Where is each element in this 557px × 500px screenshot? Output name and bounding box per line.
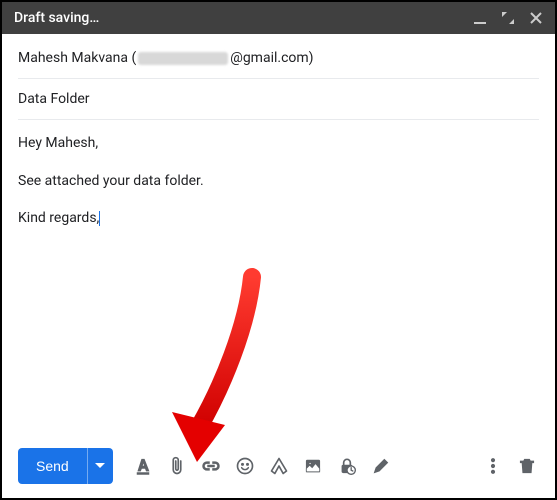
- confidential-mode-icon[interactable]: [331, 450, 363, 482]
- text-cursor: [99, 211, 100, 226]
- subject-field[interactable]: Data Folder: [18, 79, 539, 120]
- body-line: Kind regards,: [18, 209, 539, 229]
- toolbar-right: [477, 450, 543, 482]
- minimize-icon[interactable]: [473, 11, 487, 25]
- insert-photo-icon[interactable]: [297, 450, 329, 482]
- recipient-name: Mahesh Makvana: [18, 50, 128, 66]
- insert-drive-icon[interactable]: [263, 450, 295, 482]
- attach-file-icon[interactable]: [161, 450, 193, 482]
- body-line: See attached your data folder.: [18, 172, 539, 192]
- message-body[interactable]: Hey Mahesh, See attached your data folde…: [2, 120, 555, 438]
- body-line: Hey Mahesh,: [18, 134, 539, 154]
- close-icon[interactable]: [529, 11, 543, 25]
- insert-signature-icon[interactable]: [365, 450, 397, 482]
- recipient-domain: @gmail.com: [230, 50, 308, 66]
- format-text-icon[interactable]: [127, 450, 159, 482]
- insert-link-icon[interactable]: [195, 450, 227, 482]
- draft-status: Draft saving…: [14, 10, 473, 26]
- compose-toolbar: Send: [2, 438, 555, 498]
- redacted-email-local: [138, 52, 228, 65]
- compose-header: Draft saving…: [2, 2, 555, 34]
- send-options-button[interactable]: [87, 448, 113, 484]
- expand-icon[interactable]: [501, 11, 515, 25]
- insert-emoji-icon[interactable]: [229, 450, 261, 482]
- caret-down-icon: [95, 461, 105, 471]
- send-button[interactable]: Send: [18, 448, 87, 484]
- send-button-group: Send: [18, 448, 113, 484]
- discard-draft-icon[interactable]: [511, 450, 543, 482]
- header-fields: Mahesh Makvana (@gmail.com) Data Folder: [2, 34, 555, 120]
- window-controls: [473, 11, 543, 25]
- to-field[interactable]: Mahesh Makvana (@gmail.com): [18, 38, 539, 79]
- compose-window: Draft saving… Mahesh Makvana (@gmail.com…: [0, 0, 557, 500]
- more-options-icon[interactable]: [477, 450, 509, 482]
- formatting-tools: [127, 450, 473, 482]
